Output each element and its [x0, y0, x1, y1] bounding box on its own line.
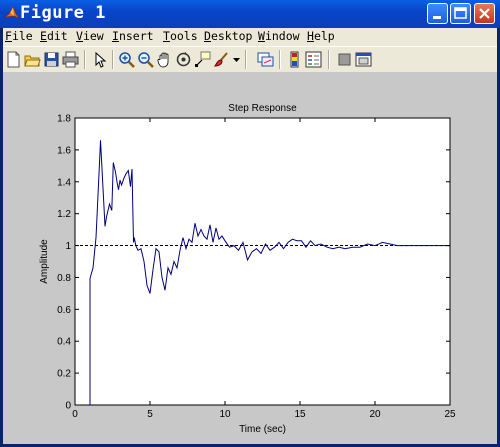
menu-edit[interactable]: Edit: [40, 29, 68, 43]
y-tick-label: 0.2: [57, 369, 71, 380]
minimize-button[interactable]: [427, 3, 448, 24]
x-tick-label: 0: [72, 409, 78, 420]
y-tick-label: 1.6: [57, 145, 71, 156]
toolbar-separator: [279, 50, 281, 69]
menu-file[interactable]: File: [5, 29, 33, 43]
x-tick-label: 15: [294, 409, 306, 420]
hide-plot-tools-icon[interactable]: [336, 51, 353, 68]
insert-colorbar-icon[interactable]: [286, 51, 303, 68]
y-tick-label: 0.4: [57, 337, 71, 348]
rotate-3d-icon[interactable]: [175, 51, 192, 68]
x-tick-label: 20: [369, 409, 381, 420]
y-tick-label: 1.2: [57, 209, 71, 220]
zoom-in-icon[interactable]: [118, 51, 135, 68]
y-tick-label: 1.8: [57, 114, 71, 125]
maximize-icon: [454, 7, 467, 19]
pan-icon[interactable]: [156, 51, 173, 68]
close-icon: [479, 8, 490, 19]
save-icon[interactable]: [43, 51, 60, 68]
x-tick-label: 10: [219, 409, 231, 420]
zoom-out-icon[interactable]: [137, 51, 154, 68]
toolbar-separator: [84, 50, 86, 69]
menu-tools[interactable]: Tools: [163, 29, 198, 43]
x-tick-label: 25: [444, 409, 456, 420]
menu-view[interactable]: View: [76, 29, 104, 43]
menu-bar: File Edit View Insert Tools Desktop Window Help: [3, 28, 497, 46]
y-tick-label: 0.8: [57, 273, 71, 284]
toolbar-separator: [245, 50, 247, 69]
close-button[interactable]: [474, 3, 495, 24]
brush-icon[interactable]: [213, 51, 230, 68]
brush-dropdown-icon[interactable]: [232, 51, 241, 68]
chart-title: Step Response: [228, 103, 297, 114]
open-file-icon[interactable]: [24, 51, 41, 68]
data-cursor-icon[interactable]: [194, 51, 211, 68]
title-bar[interactable]: Figure 1: [0, 0, 500, 28]
step-response-plot[interactable]: 0 5 10 15 20 25 0 0.2 0.4 0.6 0.8 1 1.2 1.4 1.6 1.8 Step…: [3, 72, 497, 444]
menu-help[interactable]: Help: [307, 29, 335, 43]
axes-background: [75, 118, 450, 405]
y-tick-label: 0.6: [57, 305, 71, 316]
y-tick-label: 0: [65, 401, 71, 412]
x-tick-label: 5: [147, 409, 153, 420]
new-figure-icon[interactable]: [5, 51, 22, 68]
show-plot-tools-icon[interactable]: [355, 51, 372, 68]
minimize-icon: [433, 16, 441, 19]
x-axis-label: Time (sec): [239, 424, 286, 435]
link-plot-icon[interactable]: [257, 51, 274, 68]
figure-canvas: 0 5 10 15 20 25 0 0.2 0.4 0.6 0.8 1 1.2 1.4 1.6 1.8 Step…: [3, 72, 497, 444]
toolbar-separator: [328, 50, 330, 69]
menu-desktop[interactable]: Desktop: [204, 29, 252, 43]
print-icon[interactable]: [62, 51, 79, 68]
insert-legend-icon[interactable]: [305, 51, 322, 68]
window-title: Figure 1: [20, 3, 106, 23]
menu-insert[interactable]: Insert: [112, 29, 154, 43]
toolbar-separator: [112, 50, 114, 69]
maximize-button[interactable]: [450, 3, 471, 24]
y-tick-label: 1.4: [57, 177, 71, 188]
edit-plot-icon[interactable]: [91, 51, 108, 68]
y-axis-label: Amplitude: [39, 239, 50, 284]
matlab-logo-icon: [4, 6, 20, 19]
figure-window: Figure 1 File Edit View Insert Tools Desktop W…: [0, 0, 500, 447]
y-tick-label: 1: [65, 241, 71, 252]
figure-toolbar: [3, 46, 497, 72]
menu-window[interactable]: Window: [258, 29, 300, 43]
